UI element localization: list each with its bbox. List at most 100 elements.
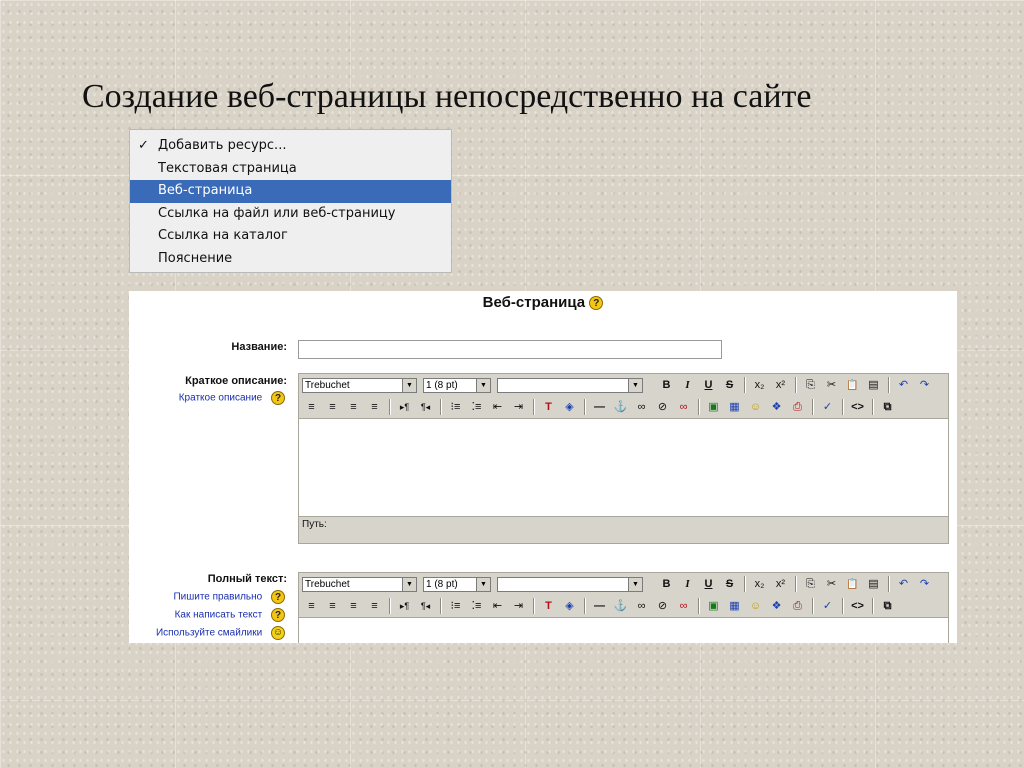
redo-icon[interactable]: ↷ [915, 376, 934, 395]
html-mode-icon[interactable]: <> [848, 398, 867, 417]
subscript-button[interactable]: x₂ [750, 376, 769, 395]
menu-item-file-link[interactable]: Ссылка на файл или веб-страницу [130, 203, 451, 226]
link-icon[interactable]: ∞ [632, 597, 651, 616]
table-icon[interactable]: ▦ [725, 597, 744, 616]
how-to-write-link[interactable]: Как написать текст ? [175, 608, 285, 622]
italic-button[interactable]: I [678, 575, 697, 594]
menu-item-text-page[interactable]: Текстовая страница [130, 158, 451, 181]
add-resource-menu[interactable]: ✓ Добавить ресурс... Текстовая страница … [129, 129, 452, 273]
menu-item-add-resource[interactable]: ✓ Добавить ресурс... [130, 135, 451, 158]
bold-button[interactable]: B [657, 575, 676, 594]
paste-icon[interactable]: 📋 [843, 376, 862, 395]
outdent-icon[interactable]: ⇤ [488, 398, 507, 417]
align-right-icon[interactable]: ≡ [344, 597, 363, 616]
bg-color-icon[interactable]: ◈ [560, 398, 579, 417]
fulltext-edit-area[interactable] [299, 617, 948, 643]
unlink-icon[interactable]: ⊘ [653, 398, 672, 417]
font-select[interactable]: Trebuchet ▼ [302, 576, 417, 592]
special-char-icon[interactable]: ❖ [767, 398, 786, 417]
undo-icon[interactable]: ↶ [894, 575, 913, 594]
name-input[interactable] [298, 340, 722, 359]
style-select[interactable]: ▼ [497, 576, 643, 592]
underline-button[interactable]: U [699, 376, 718, 395]
paste-word-icon[interactable]: ▤ [864, 575, 883, 594]
justify-icon[interactable]: ≡ [365, 398, 384, 417]
link-icon[interactable]: ∞ [632, 398, 651, 417]
indent-icon[interactable]: ⇥ [509, 597, 528, 616]
font-select[interactable]: Trebuchet ▼ [302, 377, 417, 393]
chevron-down-icon: ▼ [628, 577, 642, 591]
justify-icon[interactable]: ≡ [365, 597, 384, 616]
spellcheck-icon[interactable]: ✓ [818, 398, 837, 417]
smiley-icon[interactable]: ☺ [746, 398, 765, 417]
cut-icon[interactable]: ✂ [822, 575, 841, 594]
menu-item-directory-link[interactable]: Ссылка на каталог [130, 225, 451, 248]
help-icon[interactable]: ? [271, 391, 285, 405]
redo-icon[interactable]: ↷ [915, 575, 934, 594]
menu-item-label-resource[interactable]: Пояснение [130, 248, 451, 271]
paste-word-icon[interactable]: ▤ [864, 376, 883, 395]
help-icon[interactable]: ? [271, 590, 285, 604]
strikethrough-button[interactable]: S [720, 575, 739, 594]
menu-item-web-page[interactable]: Веб-страница [130, 180, 451, 203]
indent-icon[interactable]: ⇥ [509, 398, 528, 417]
outdent-icon[interactable]: ⇤ [488, 597, 507, 616]
table-icon[interactable]: ▦ [725, 398, 744, 417]
superscript-button[interactable]: x² [771, 376, 790, 395]
italic-button[interactable]: I [678, 376, 697, 395]
paste-icon[interactable]: 📋 [843, 575, 862, 594]
image-icon[interactable]: ▣ [704, 597, 723, 616]
bg-color-icon[interactable]: ◈ [560, 597, 579, 616]
help-icon[interactable]: ? [589, 296, 604, 311]
bold-button[interactable]: B [657, 376, 676, 395]
ordered-list-icon[interactable]: ⁝≡ [446, 398, 465, 417]
path-bar: Путь: [299, 516, 948, 533]
ltr-icon[interactable]: ▸¶ [395, 597, 414, 616]
align-center-icon[interactable]: ≡ [323, 597, 342, 616]
rtl-icon[interactable]: ¶◂ [416, 597, 435, 616]
text-color-icon[interactable]: T [539, 597, 558, 616]
copy-icon[interactable]: ⎘ [801, 376, 820, 395]
horizontal-rule-icon[interactable]: — [590, 398, 609, 417]
special-char-icon[interactable]: ❖ [767, 597, 786, 616]
search-replace-icon[interactable]: ⎙ [788, 398, 807, 417]
underline-button[interactable]: U [699, 575, 718, 594]
use-smileys-link[interactable]: Используйте смайлики ☺ [156, 626, 285, 640]
ordered-list-icon[interactable]: ⁝≡ [446, 597, 465, 616]
nolink-icon[interactable]: ∞ [674, 597, 693, 616]
cut-icon[interactable]: ✂ [822, 376, 841, 395]
align-left-icon[interactable]: ≡ [302, 398, 321, 417]
undo-icon[interactable]: ↶ [894, 376, 913, 395]
align-right-icon[interactable]: ≡ [344, 398, 363, 417]
smiley-icon[interactable]: ☺ [746, 597, 765, 616]
anchor-icon[interactable]: ⚓ [611, 398, 630, 417]
rtl-icon[interactable]: ¶◂ [416, 398, 435, 417]
style-select[interactable]: ▼ [497, 377, 643, 393]
unlink-icon[interactable]: ⊘ [653, 597, 672, 616]
unordered-list-icon[interactable]: ⁚≡ [467, 398, 486, 417]
html-mode-icon[interactable]: <> [848, 597, 867, 616]
copy-icon[interactable]: ⎘ [801, 575, 820, 594]
unordered-list-icon[interactable]: ⁚≡ [467, 597, 486, 616]
write-correctly-link[interactable]: Пишите правильно ? [173, 590, 285, 604]
image-icon[interactable]: ▣ [704, 398, 723, 417]
ltr-icon[interactable]: ▸¶ [395, 398, 414, 417]
size-select[interactable]: 1 (8 pt) ▼ [423, 576, 491, 592]
fullscreen-icon[interactable]: ⧉ [878, 597, 897, 616]
summary-edit-area[interactable] [299, 418, 948, 516]
strikethrough-button[interactable]: S [720, 376, 739, 395]
superscript-button[interactable]: x² [771, 575, 790, 594]
nolink-icon[interactable]: ∞ [674, 398, 693, 417]
align-left-icon[interactable]: ≡ [302, 597, 321, 616]
horizontal-rule-icon[interactable]: — [590, 597, 609, 616]
summary-help-link[interactable]: Краткое описание ? [179, 391, 285, 405]
fullscreen-icon[interactable]: ⧉ [878, 398, 897, 417]
search-replace-icon[interactable]: ⎙ [788, 597, 807, 616]
help-icon[interactable]: ? [271, 608, 285, 622]
spellcheck-icon[interactable]: ✓ [818, 597, 837, 616]
text-color-icon[interactable]: T [539, 398, 558, 417]
align-center-icon[interactable]: ≡ [323, 398, 342, 417]
size-select[interactable]: 1 (8 pt) ▼ [423, 377, 491, 393]
subscript-button[interactable]: x₂ [750, 575, 769, 594]
anchor-icon[interactable]: ⚓ [611, 597, 630, 616]
